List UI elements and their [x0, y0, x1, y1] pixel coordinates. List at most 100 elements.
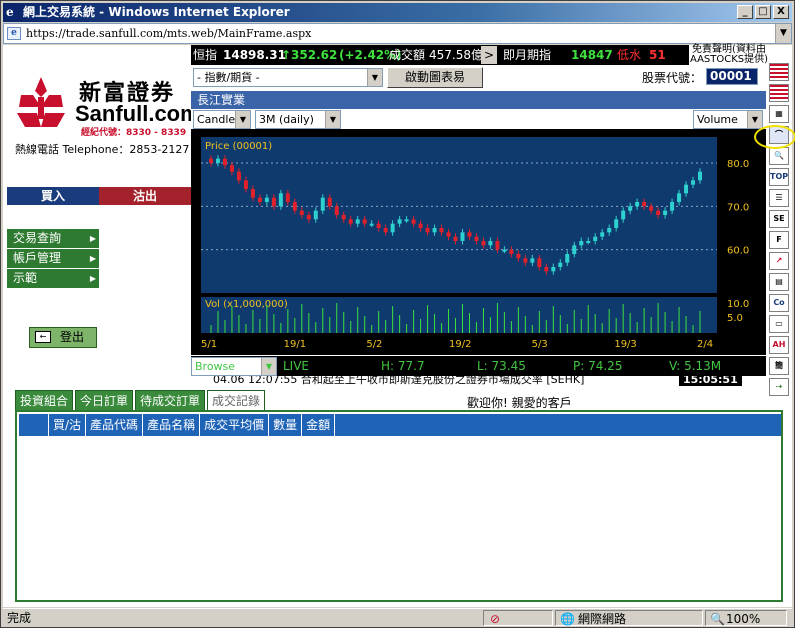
address-bar[interactable]: e https://trade.sanfull.com/mts.web/Main…	[3, 23, 792, 44]
tab-trade-records[interactable]: 成交記錄	[207, 390, 266, 410]
stock-code-input[interactable]: 00001	[706, 68, 758, 85]
chart-svg: Price (00001) Vol (x1,000,000) 80.0 70.0 6…	[201, 137, 749, 350]
x-tick-label: 19/1	[284, 339, 306, 350]
candle	[278, 193, 283, 207]
search-icon[interactable]: 🔍	[769, 147, 789, 165]
chart-period-select[interactable]: 3M (daily) ▼	[255, 110, 341, 129]
folder-icon[interactable]: ▭	[769, 315, 789, 333]
col-select[interactable]	[19, 414, 49, 436]
side-menu: 交易查詢 ▶ 帳戶管理 ▶ 示範 ▶	[7, 229, 99, 289]
candle	[341, 215, 346, 220]
simplified-icon[interactable]: 簡	[769, 357, 789, 375]
address-url[interactable]: https://trade.sanfull.com/mts.web/MainFr…	[26, 27, 311, 40]
candle	[544, 267, 549, 272]
dealer-code: 經紀代號：8330 - 8339	[81, 128, 187, 138]
candle	[404, 219, 409, 222]
flag-us-icon[interactable]	[769, 84, 789, 102]
col-product-name[interactable]: 產品名稱	[143, 414, 201, 436]
x-tick-label: 19/3	[614, 339, 636, 350]
right-toolbar: ▦ ⌒ 🔍 TOP ☰ SE F ↗ ▤ Co ▭ AH 簡 ⇢	[767, 63, 791, 396]
top20-icon[interactable]: TOP	[769, 168, 789, 186]
candle	[572, 245, 577, 254]
candle	[467, 232, 472, 237]
discount-label: 低水	[617, 48, 642, 62]
menu-item-trade-query[interactable]: 交易查詢 ▶	[7, 229, 99, 248]
candle	[649, 206, 654, 211]
close-button[interactable]: X	[773, 5, 789, 19]
document-icon[interactable]: ▤	[769, 273, 789, 291]
x-tick-label: 5/2	[366, 339, 382, 350]
index-change: ↑352.62	[281, 48, 338, 62]
minimize-button[interactable]: _	[737, 5, 753, 19]
candle	[551, 267, 556, 272]
col-buy-sell[interactable]: 買/沽	[49, 414, 87, 436]
maximize-button[interactable]: □	[755, 5, 771, 19]
ah-icon[interactable]: AH	[769, 336, 789, 354]
tab-today-orders[interactable]: 今日訂單	[75, 390, 134, 410]
tab-portfolio[interactable]: 投資組合	[15, 390, 74, 410]
trade-records-panel: 買/沽 產品代碼 產品名稱 成交平均價 數量 金額	[15, 410, 783, 602]
candle	[677, 193, 682, 202]
market-ticker: 恒指 14898.31 ↑352.62 (+2.42%) 成交額 457.58億…	[191, 45, 766, 65]
table-icon[interactable]: ☰	[769, 189, 789, 207]
sehk-icon[interactable]: SE	[769, 210, 789, 228]
f-icon[interactable]: F	[769, 231, 789, 249]
candle	[348, 219, 353, 224]
chart-period-value: 3M (daily)	[259, 113, 314, 126]
x-tick-label: 19/2	[449, 339, 471, 350]
candle	[306, 215, 311, 220]
y-tick-label: 60.0	[727, 246, 749, 257]
menu-item-demo[interactable]: 示範 ▶	[7, 269, 99, 288]
window-title: 網上交易系統 - Windows Internet Explorer	[23, 5, 290, 19]
candle	[334, 206, 339, 215]
candle	[209, 158, 213, 163]
launch-chart-button[interactable]: 啟動圖表易	[387, 67, 483, 88]
news-ticker[interactable]: 04.06 12:07:55 合和起至上午收市即斯達克股份之證券市場成交率 [S…	[191, 376, 766, 388]
candle	[530, 258, 535, 263]
menu-item-account[interactable]: 帳戶管理 ▶	[7, 249, 99, 268]
browse-select[interactable]: Browse ▼	[191, 357, 277, 376]
disclaimer-link[interactable]: 免責聲明(資料由AASTOCKS提供)	[689, 45, 769, 65]
index-select[interactable]: - 指數/期貨 - ▼	[193, 68, 383, 87]
low-price: L: 73.45	[477, 359, 526, 373]
candle	[313, 210, 318, 220]
candle	[663, 210, 668, 215]
chevron-down-icon: ▼	[325, 111, 340, 128]
zoom-section[interactable]: 🔍 100%	[705, 610, 787, 626]
logout-label: 登出	[60, 330, 85, 344]
candle	[495, 241, 500, 250]
news-text: 04.06 12:07:55 合和起至上午收市即斯達克股份之證券市場成交率 [S…	[213, 376, 585, 386]
indicator-select[interactable]: Volume ▼	[693, 110, 763, 129]
price-chart[interactable]: Price (00001) Vol (x1,000,000) 80.0 70.0 6…	[191, 129, 766, 355]
col-avg-price[interactable]: 成交平均價	[200, 414, 270, 436]
tab-pending-orders[interactable]: 待成交訂單	[135, 390, 206, 410]
buy-button[interactable]: 買入	[7, 187, 99, 205]
ticker-next-button[interactable]: >	[481, 46, 497, 64]
zone-text: 網際網路	[578, 612, 627, 626]
candle	[537, 258, 542, 267]
col-product-code[interactable]: 產品代碼	[86, 414, 144, 436]
export-icon[interactable]: ⇢	[769, 378, 789, 396]
col-amount[interactable]: 金額	[302, 414, 336, 436]
candle	[502, 249, 507, 252]
candle	[600, 232, 605, 237]
address-dropdown-icon[interactable]: ▼	[775, 24, 791, 43]
title-bar: e 網上交易系統 - Windows Internet Explorer _ □…	[3, 3, 792, 22]
flag-us-icon[interactable]	[769, 63, 789, 81]
x-tick-label: 5/3	[532, 339, 548, 350]
grid-icon[interactable]: ▦	[769, 105, 789, 123]
co-icon[interactable]: Co	[769, 294, 789, 312]
sell-button[interactable]: 沽出	[99, 187, 191, 205]
logout-button[interactable]: ← 登出	[29, 327, 97, 348]
col-quantity[interactable]: 數量	[269, 414, 303, 436]
discount-value: 51	[649, 48, 666, 62]
arrow-right-icon: ▶	[89, 234, 96, 243]
candle	[523, 258, 528, 263]
page-content: 新富證券 Sanfull.com 經紀代號：8330 - 8339 熱線電話 T…	[3, 45, 795, 607]
candle	[621, 210, 626, 220]
status-bar: 完成 ⊘ 🌐 網際網路 🔍 100%	[3, 608, 792, 627]
candle	[299, 210, 304, 215]
trend-icon[interactable]: ↗	[769, 252, 789, 270]
candle	[656, 210, 661, 215]
chart-type-select[interactable]: Candle ▼	[193, 110, 251, 129]
